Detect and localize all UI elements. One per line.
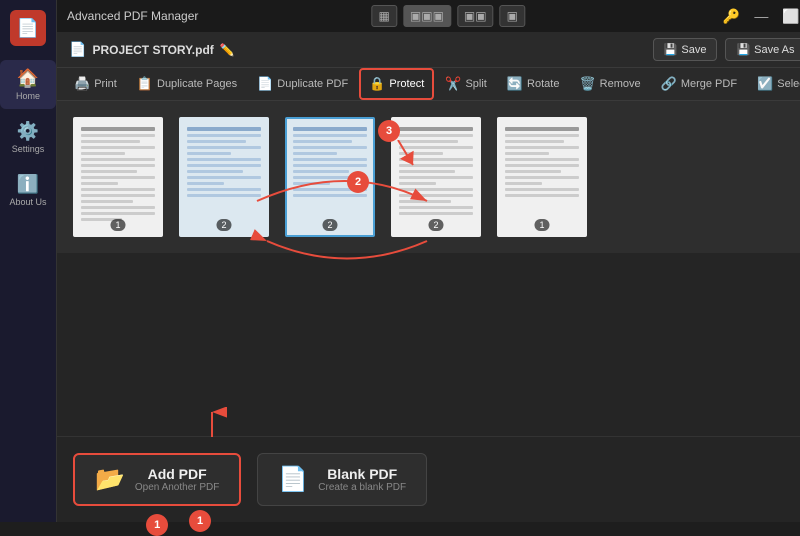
split-button[interactable]: ✂️ Split (436, 69, 496, 99)
annotation-2: 2 (347, 171, 369, 193)
rotate-icon: 🔄 (507, 76, 523, 92)
page-num-5: 1 (534, 219, 549, 231)
select-all-button[interactable]: ☑️ Select All (748, 69, 800, 99)
sidebar-item-home[interactable]: 🏠 Home (0, 60, 56, 109)
action-toolbar: 🖨️ Print 📋 Duplicate Pages 📄 Duplicate P… (57, 68, 800, 101)
app-title: Advanced PDF Manager (67, 9, 198, 23)
page-image-5: 1 (497, 117, 587, 237)
annotation-1-circle: 1 (146, 514, 168, 536)
split-icon: ✂️ (445, 76, 461, 92)
print-label: Print (94, 78, 117, 90)
print-button[interactable]: 🖨️ Print (65, 69, 126, 99)
blank-pdf-text: Blank PDF Create a blank PDF (318, 466, 406, 493)
add-pdf-icon: 📂 (95, 465, 125, 494)
page-thumb-5[interactable]: 1 (497, 117, 587, 237)
page-image-4: 2 (391, 117, 481, 237)
protect-button[interactable]: 🔒 Protect (359, 68, 434, 100)
sidebar-settings-label: Settings (12, 144, 45, 154)
duplicate-pages-icon: 📋 (137, 76, 153, 92)
save-as-button[interactable]: 💾 Save As (725, 38, 800, 61)
blank-pdf-label: Blank PDF (318, 466, 406, 482)
view-double[interactable]: ▣▣ (457, 5, 494, 27)
page-num-3: 2 (322, 219, 337, 231)
view-multi[interactable]: ▣▣▣ (403, 5, 451, 27)
sidebar-item-settings[interactable]: ⚙️ Settings (0, 113, 56, 162)
file-name: PROJECT STORY.pdf (92, 43, 213, 57)
duplicate-pages-button[interactable]: 📋 Duplicate Pages (128, 69, 246, 99)
sidebar-about-label: About Us (9, 197, 46, 207)
select-all-label: Select All (777, 78, 800, 90)
page-thumb-4[interactable]: 2 (391, 117, 481, 237)
page-thumb-2[interactable]: 2 (179, 117, 269, 237)
file-name-row: 📄 PROJECT STORY.pdf ✏️ 💾 Save 💾 Save As … (57, 32, 800, 68)
pages-area: 1 (57, 101, 800, 253)
home-icon: 🏠 (17, 68, 39, 89)
page-num-1: 1 (110, 219, 125, 231)
save-buttons-group: 💾 Save 💾 Save As ⋯ (653, 38, 800, 61)
duplicate-pdf-label: Duplicate PDF (277, 78, 348, 90)
sidebar: 📄 🏠 Home ⚙️ Settings ℹ️ About Us (0, 0, 57, 522)
file-edit-icon: ✏️ (220, 43, 235, 57)
view-wide[interactable]: ▣ (500, 5, 525, 27)
main-content: Advanced PDF Manager ▦ ▣▣▣ ▣▣ ▣ 🔑 — ⬜ ✕ … (57, 0, 800, 522)
save-as-icon: 💾 (736, 43, 750, 56)
protect-label: Protect (389, 78, 424, 90)
add-pdf-button[interactable]: 📂 Add PDF Open Another PDF (73, 453, 241, 506)
page-thumb-1[interactable]: 1 (73, 117, 163, 237)
rotate-label: Rotate (527, 78, 559, 90)
annotation-3: 3 (378, 120, 400, 142)
bottom-area: 1 📂 Add PDF Open Another PDF 1 (57, 436, 800, 522)
add-pdf-sublabel: Open Another PDF (135, 482, 220, 493)
add-pdf-label: Add PDF (135, 466, 220, 482)
remove-label: Remove (600, 78, 641, 90)
sidebar-home-label: Home (16, 91, 40, 101)
pin-icon[interactable]: 🔑 (719, 6, 744, 27)
blank-pdf-sublabel: Create a blank PDF (318, 482, 406, 493)
merge-pdf-button[interactable]: 🔗 Merge PDF (652, 69, 746, 99)
page-num-2: 2 (216, 219, 231, 231)
remove-icon: 🗑️ (579, 76, 595, 92)
annotation-1: 1 (189, 510, 211, 532)
title-bar: Advanced PDF Manager ▦ ▣▣▣ ▣▣ ▣ 🔑 — ⬜ ✕ (57, 0, 800, 32)
annotation-1-num: 1 (154, 519, 160, 531)
file-icon: 📄 (69, 41, 86, 58)
duplicate-pdf-button[interactable]: 📄 Duplicate PDF (248, 69, 357, 99)
blank-pdf-button[interactable]: 📄 Blank PDF Create a blank PDF (257, 453, 427, 506)
remove-button[interactable]: 🗑️ Remove (570, 69, 649, 99)
minimize-icon[interactable]: — (750, 6, 772, 26)
save-as-label: Save As (754, 44, 794, 56)
print-icon: 🖨️ (74, 76, 90, 92)
logo-icon: 📄 (17, 18, 39, 39)
merge-icon: 🔗 (661, 76, 677, 92)
save-button[interactable]: 💾 Save (653, 38, 718, 61)
window-controls: 🔑 — ⬜ ✕ (719, 6, 800, 27)
protect-icon: 🔒 (369, 76, 385, 92)
page-image-1: 1 (73, 117, 163, 237)
page-num-4: 2 (428, 219, 443, 231)
split-label: Split (465, 78, 486, 90)
annotation-1-label: 1 (197, 515, 203, 527)
about-icon: ℹ️ (17, 174, 39, 195)
maximize-icon[interactable]: ⬜ (778, 6, 800, 27)
save-label: Save (681, 44, 706, 56)
rotate-button[interactable]: 🔄 Rotate (498, 69, 569, 99)
add-pdf-text: Add PDF Open Another PDF (135, 466, 220, 493)
duplicate-pages-label: Duplicate Pages (157, 78, 237, 90)
save-icon: 💾 (664, 43, 678, 56)
sidebar-item-about[interactable]: ℹ️ About Us (0, 166, 56, 215)
merge-label: Merge PDF (681, 78, 737, 90)
select-all-icon: ☑️ (757, 76, 773, 92)
page-image-2: 2 (179, 117, 269, 237)
annotation-2-label: 2 (355, 176, 361, 188)
settings-icon: ⚙️ (17, 121, 39, 142)
blank-pdf-icon: 📄 (278, 465, 308, 494)
pages-container: 1 (57, 101, 800, 436)
view-single[interactable]: ▦ (372, 5, 397, 27)
annotation-3-label: 3 (386, 125, 392, 137)
app-logo: 📄 (10, 10, 46, 46)
file-info: 📄 PROJECT STORY.pdf ✏️ (69, 41, 235, 58)
duplicate-pdf-icon: 📄 (257, 76, 273, 92)
